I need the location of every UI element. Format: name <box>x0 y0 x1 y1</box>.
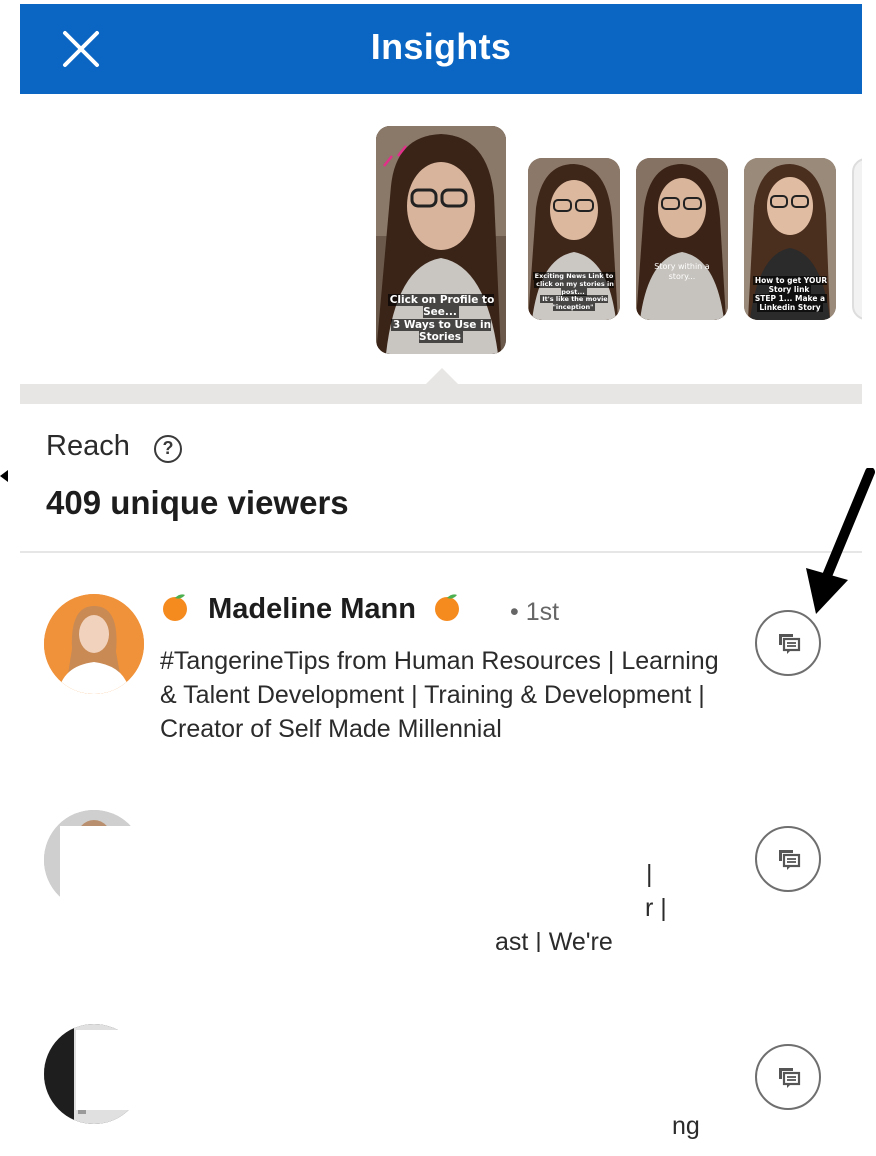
message-button[interactable] <box>755 610 821 676</box>
top-bar: Insights <box>20 4 862 94</box>
help-icon[interactable]: ? <box>154 435 182 463</box>
message-button[interactable] <box>755 826 821 892</box>
tangerine-icon <box>434 594 459 621</box>
story-caption: Click on Profile to See... 3 Ways to Use… <box>387 293 495 344</box>
annotation-arrow-icon <box>0 470 8 482</box>
story-caption: Exciting News Link to click on my storie… <box>532 272 616 312</box>
message-icon <box>779 1068 801 1088</box>
story-thumbnail-2[interactable]: Exciting News Link to click on my storie… <box>528 158 620 320</box>
story-thumbnail-1[interactable]: Click on Profile to See... 3 Ways to Use… <box>376 126 506 354</box>
reach-label: Reach <box>46 430 130 462</box>
carousel-track <box>20 384 862 404</box>
story-thumbnail-5[interactable] <box>852 158 862 320</box>
story-caption: How to get YOUR Story link STEP 1... Mak… <box>752 276 828 312</box>
headline-fragment: ng <box>672 1112 700 1140</box>
selected-story-pointer <box>424 368 460 386</box>
story-thumbnail-4[interactable]: How to get YOUR Story link STEP 1... Mak… <box>744 158 836 320</box>
headline-fragment: r | <box>645 894 667 922</box>
headline-fragment: ast | We're <box>495 928 613 952</box>
reach-value: 409 unique viewers <box>46 484 349 521</box>
story-image <box>636 158 728 320</box>
page-title: Insights <box>370 26 512 67</box>
tangerine-icon <box>163 594 187 621</box>
message-icon <box>779 850 801 870</box>
viewer-name[interactable]: Madeline Mann <box>160 592 462 626</box>
annotation-arrow-icon <box>806 468 875 614</box>
message-icon <box>779 634 801 654</box>
redaction <box>76 1030 676 1110</box>
story-carousel[interactable]: Click on Profile to See... 3 Ways to Use… <box>20 94 862 404</box>
divider <box>20 551 862 553</box>
viewer-headline: #TangerineTips from Human Resources | Le… <box>160 647 719 743</box>
avatar[interactable] <box>44 594 144 694</box>
story-thumbnail-3[interactable]: Story within a story... <box>636 158 728 320</box>
connection-degree: • 1st <box>510 598 560 626</box>
message-button[interactable] <box>755 1044 821 1110</box>
headline-fragment: | <box>646 860 653 888</box>
story-caption: Story within a story... <box>654 262 710 281</box>
